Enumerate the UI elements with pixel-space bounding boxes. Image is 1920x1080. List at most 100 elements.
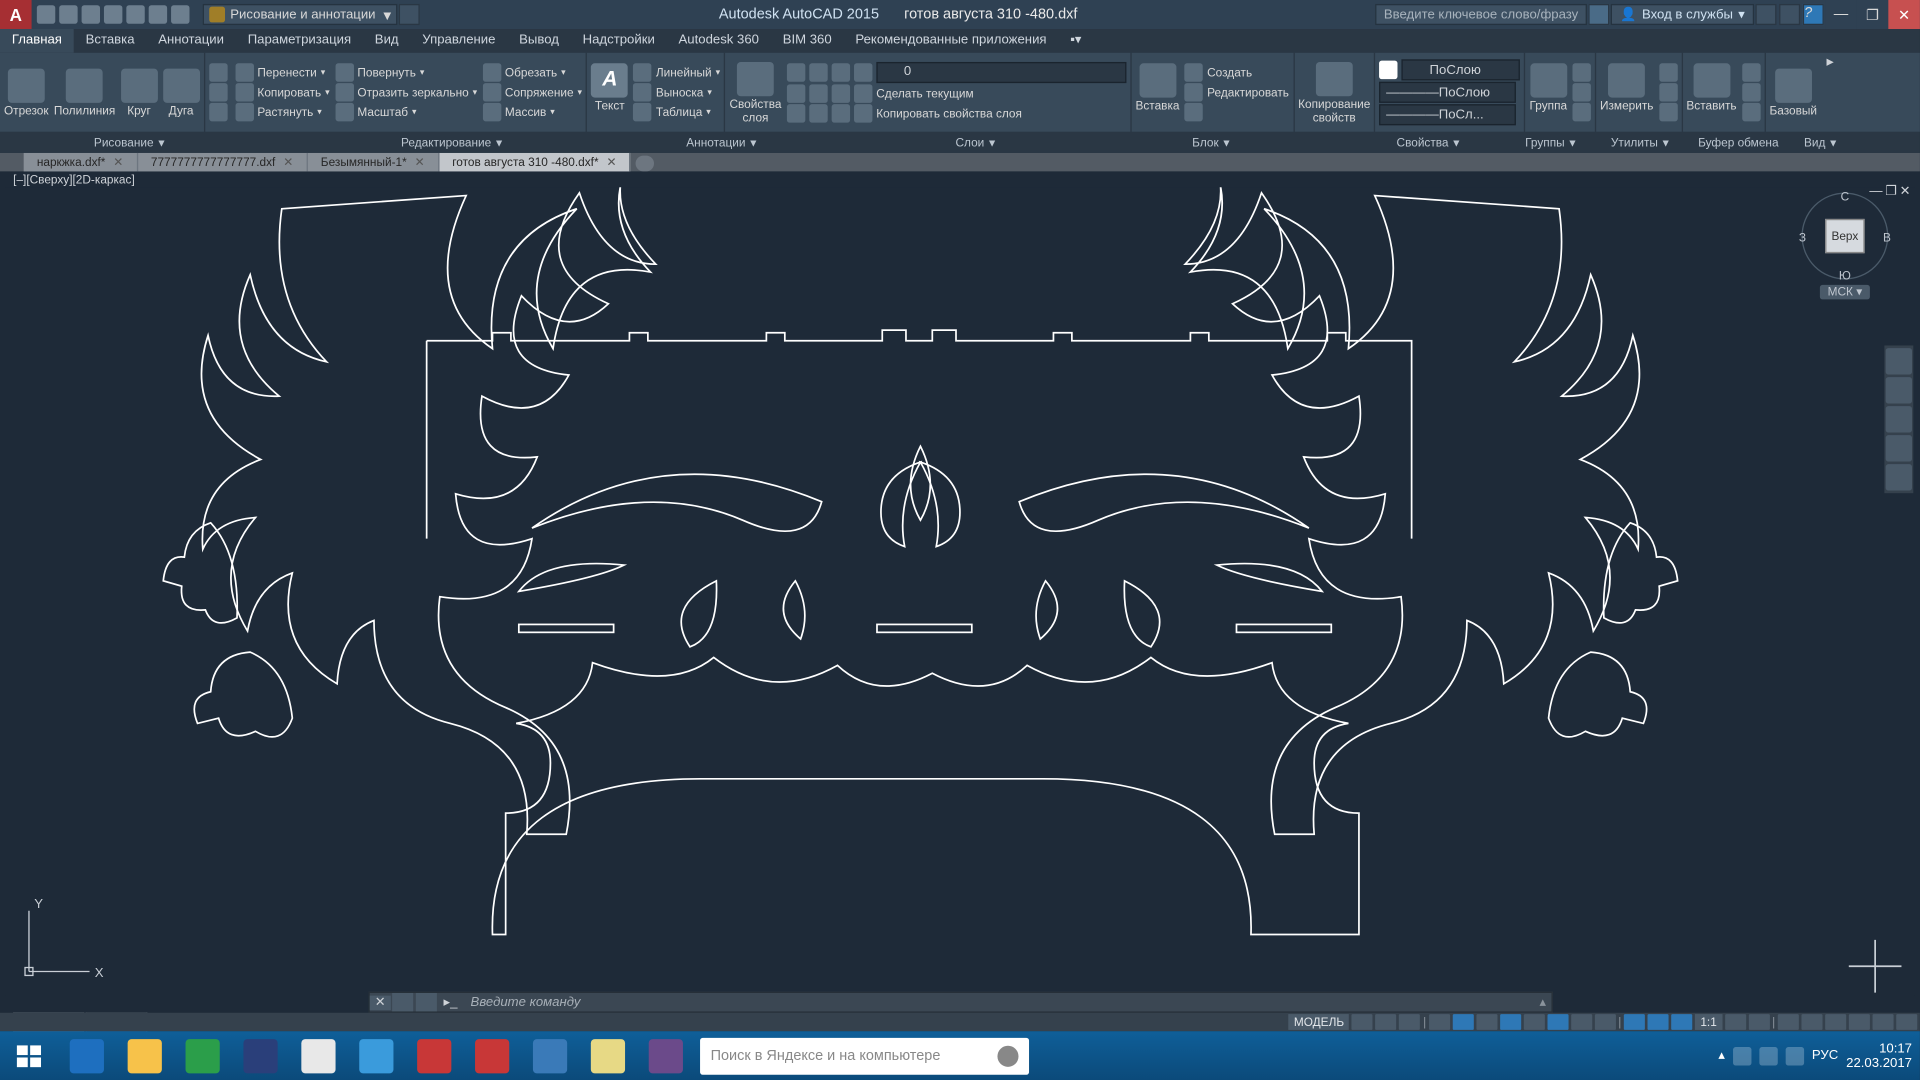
tray-expand-icon[interactable]: ▴ — [1718, 1048, 1725, 1063]
group-button[interactable]: Группа — [1530, 63, 1568, 112]
taskbar-app-store[interactable] — [174, 1031, 232, 1080]
calc-icon[interactable] — [1659, 63, 1677, 81]
ribbon-tab-1[interactable]: Вставка — [74, 29, 147, 53]
nav-orbit-icon[interactable] — [1886, 435, 1912, 461]
create-block-icon[interactable] — [1185, 63, 1203, 81]
ribbon-tab-0[interactable]: Главная — [0, 29, 74, 53]
color-swatch-icon[interactable] — [1380, 61, 1398, 79]
ribbon-tab-2[interactable]: Аннотации — [146, 29, 235, 53]
color-combo[interactable]: ПоСлою — [1402, 59, 1520, 80]
close-icon[interactable]: ✕ — [283, 155, 293, 170]
layer-prev-icon[interactable] — [809, 84, 827, 102]
wcs-label[interactable]: МСК ▾ — [1820, 285, 1870, 300]
modify-Растянуть[interactable]: Растянуть▾ — [235, 103, 330, 121]
taskbar-app-explorer[interactable] — [116, 1031, 174, 1080]
layer-thaw-icon[interactable] — [854, 84, 872, 102]
search-icon[interactable] — [1589, 4, 1610, 25]
layer-combo[interactable]: 0 — [876, 61, 1126, 82]
status-3dosnap-icon[interactable] — [1524, 1014, 1545, 1030]
ribbon-tab-3[interactable]: Параметризация — [236, 29, 363, 53]
modify-Отразить зеркально[interactable]: Отразить зеркально▾ — [335, 83, 477, 101]
close-icon[interactable]: ✕ — [113, 155, 123, 170]
status-polar-icon[interactable] — [1452, 1014, 1473, 1030]
modify-Сопряжение[interactable]: Сопряжение▾ — [483, 83, 583, 101]
status-transp-icon[interactable] — [1595, 1014, 1616, 1030]
infocenter-search[interactable]: Введите ключевое слово/фразу — [1375, 4, 1588, 25]
status-infer-icon[interactable] — [1399, 1014, 1420, 1030]
count-icon[interactable] — [1659, 103, 1677, 121]
layer-freeze-icon[interactable] — [831, 63, 849, 81]
modify-Массив[interactable]: Массив▾ — [483, 103, 583, 121]
panel-name-view[interactable]: Вид▼ — [1790, 136, 1853, 149]
panel-name-layers[interactable]: Слои▼ — [800, 136, 1153, 149]
file-tab[interactable]: Безымянный-1*✕ — [308, 153, 439, 171]
круг-button[interactable]: Круг — [121, 68, 158, 117]
group-bb-icon[interactable] — [1572, 103, 1590, 121]
cmd-close-icon[interactable]: ✕ — [370, 995, 391, 1010]
cmd-recent-icon[interactable] — [392, 993, 413, 1011]
qat-open-icon[interactable] — [59, 5, 77, 23]
полилиния-button[interactable]: Полилиния — [54, 68, 115, 117]
taskbar-app-sw[interactable] — [405, 1031, 463, 1080]
qat-new-icon[interactable] — [37, 5, 55, 23]
panel-name-groups[interactable]: Группы▼ — [1508, 136, 1595, 149]
layer-properties-button[interactable]: Свойства слоя — [729, 61, 781, 123]
qat-saveas-icon[interactable] — [104, 5, 122, 23]
panel-name-draw[interactable]: Рисование▼ — [0, 136, 261, 149]
panel-name-annot[interactable]: Аннотации▼ — [645, 136, 800, 149]
status-plus-icon[interactable] — [1748, 1014, 1769, 1030]
отрезок-button[interactable]: Отрезок — [4, 68, 49, 117]
status-otrack-icon[interactable] — [1547, 1014, 1568, 1030]
ribbon-tab-5[interactable]: Управление — [410, 29, 507, 53]
minimize-button[interactable]: — — [1825, 0, 1857, 29]
ribbon-tab-4[interactable]: Вид — [363, 29, 410, 53]
status-ws-icon[interactable] — [1801, 1014, 1822, 1030]
close-icon[interactable]: ✕ — [606, 155, 616, 170]
modify-Копировать[interactable]: Копировать▾ — [235, 83, 330, 101]
app-menu-button[interactable]: A — [0, 0, 32, 29]
status-model[interactable]: МОДЕЛЬ — [1289, 1014, 1350, 1030]
status-ortho-icon[interactable] — [1429, 1014, 1450, 1030]
cut-icon[interactable] — [1742, 63, 1760, 81]
taskbar-app-mail[interactable] — [232, 1031, 290, 1080]
status-osnap-icon[interactable] — [1500, 1014, 1521, 1030]
tray-network-icon[interactable] — [1786, 1046, 1804, 1064]
modify-Перенести[interactable]: Перенести▾ — [235, 63, 330, 81]
file-tab-new[interactable] — [636, 155, 654, 171]
status-dynin-icon[interactable] — [1671, 1014, 1692, 1030]
viewcube[interactable]: С В З Ю Верх МСК ▾ — [1799, 193, 1891, 312]
modify-Обрезать[interactable]: Обрезать▾ — [483, 63, 583, 81]
taskbar-app-ya[interactable] — [347, 1031, 405, 1080]
drawing-area[interactable]: — ❐ ✕ — [5, 187, 1914, 995]
layer-del-icon[interactable] — [809, 104, 827, 122]
tray-lang[interactable]: РУС — [1812, 1048, 1838, 1063]
help-icon[interactable]: ? — [1803, 4, 1824, 25]
mic-icon[interactable] — [997, 1045, 1018, 1066]
viewcube-face[interactable]: Верх — [1825, 219, 1864, 253]
annot-Линейный[interactable]: Линейный▾ — [634, 63, 721, 81]
annot-Таблица[interactable]: Таблица▾ — [634, 103, 721, 121]
qat-print-icon[interactable] — [126, 5, 144, 23]
layer-match-icon[interactable] — [787, 84, 805, 102]
paste-button[interactable]: Вставить — [1686, 63, 1736, 112]
layer-on-icon[interactable] — [831, 84, 849, 102]
stayconnected-icon[interactable] — [1779, 4, 1800, 25]
taskbar-app-acad[interactable] — [463, 1031, 521, 1080]
modify-Масштаб[interactable]: Масштаб▾ — [335, 103, 477, 121]
ribbon-expand-icon[interactable]: ▸ — [1821, 53, 1839, 70]
qat-save-icon[interactable] — [82, 5, 100, 23]
close-button[interactable]: ✕ — [1888, 0, 1920, 29]
panel-name-block[interactable]: Блок▼ — [1153, 136, 1271, 149]
copy-icon[interactable] — [1742, 83, 1760, 101]
match-properties-button[interactable]: Копирование свойств — [1298, 61, 1370, 123]
layer-off-icon[interactable] — [787, 104, 805, 122]
annot-Выноска[interactable]: Выноска▾ — [634, 83, 721, 101]
text-button[interactable]: AТекст — [591, 63, 628, 112]
ribbon-tab-8[interactable]: Autodesk 360 — [667, 29, 771, 53]
status-clean-icon[interactable] — [1873, 1014, 1894, 1030]
panel-name-props[interactable]: Свойства▼ — [1350, 136, 1508, 149]
nav-fullnav-icon[interactable] — [1886, 348, 1912, 374]
taskbar-app-chrome[interactable] — [289, 1031, 347, 1080]
panel-name-clip[interactable]: Буфер обмена — [1687, 136, 1790, 149]
nav-pan-icon[interactable] — [1886, 377, 1912, 403]
